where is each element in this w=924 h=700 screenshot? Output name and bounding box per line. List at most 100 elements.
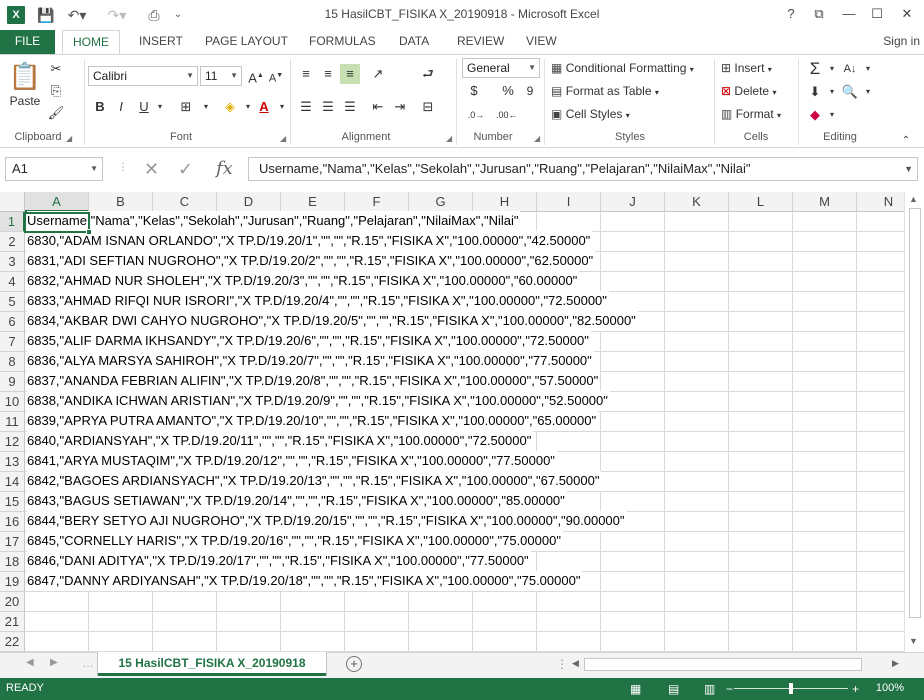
scroll-left-icon[interactable]: ◀ <box>572 658 579 669</box>
font-launcher-icon[interactable]: ◢ <box>280 134 286 143</box>
decrease-indent-icon[interactable]: ⇤ <box>368 97 388 117</box>
tab-split-icon[interactable]: ⋮ <box>556 657 568 671</box>
borders-icon[interactable]: ⊞ <box>176 97 196 117</box>
row-header[interactable]: 5 <box>0 292 25 312</box>
row-header[interactable]: 1 <box>0 212 25 232</box>
chevron-down-icon[interactable]: ▾ <box>150 97 170 117</box>
ribbon-display-icon[interactable]: ⧉ <box>808 4 830 24</box>
row-header[interactable]: 14 <box>0 472 25 492</box>
increase-font-icon[interactable]: A▲ <box>246 66 266 86</box>
font-size-combo[interactable]: 11 ▼ <box>200 66 242 86</box>
row-header[interactable]: 18 <box>0 552 25 572</box>
bold-button[interactable]: B <box>90 97 110 117</box>
column-header-m[interactable]: M <box>793 192 857 212</box>
cell-a6[interactable]: 6834,"AKBAR DWI CAHYO NUGROHO","X TP.D/1… <box>27 311 638 331</box>
cut-icon[interactable]: ✂ <box>46 59 66 79</box>
orientation-icon[interactable]: ↗ <box>368 64 388 84</box>
chevron-down-icon[interactable]: ▾ <box>822 59 842 79</box>
copy-icon[interactable]: ⎘ <box>46 81 66 101</box>
cell-a15[interactable]: 6843,"BAGUS SETIAWAN","X TP.D/19.20/14",… <box>27 491 567 511</box>
zoom-out-button[interactable]: − <box>726 682 733 696</box>
column-header-c[interactable]: C <box>153 192 217 212</box>
align-middle-icon[interactable]: ≡ <box>318 64 338 84</box>
page-layout-view-icon[interactable]: ▤ <box>668 682 679 696</box>
insert-cells-button[interactable]: ⊞ Insert ▾ <box>721 59 772 79</box>
scroll-right-icon[interactable]: ▶ <box>892 658 899 669</box>
fill-color-icon[interactable]: ◈ <box>220 97 240 117</box>
cell-a12[interactable]: 6840,"ARDIANSYAH","X TP.D/19.20/11","","… <box>27 431 534 451</box>
align-left-icon[interactable]: ☰ <box>296 97 316 117</box>
cell-a13[interactable]: 6841,"ARYA MUSTAQIM","X TP.D/19.20/12","… <box>27 451 557 471</box>
help-button[interactable]: ? <box>780 4 802 24</box>
zoom-level[interactable]: 100% <box>876 682 904 694</box>
alignment-launcher-icon[interactable]: ◢ <box>446 134 452 143</box>
currency-button[interactable]: $ <box>464 81 484 101</box>
row-header[interactable]: 20 <box>0 592 25 612</box>
column-header-h[interactable]: H <box>473 192 537 212</box>
tab-data[interactable]: DATA <box>389 30 439 54</box>
column-header-b[interactable]: B <box>89 192 153 212</box>
cancel-icon[interactable]: ✕ <box>144 157 159 181</box>
wrap-text-icon[interactable]: ⮐ <box>418 64 438 84</box>
increase-indent-icon[interactable]: ⇥ <box>390 97 410 117</box>
clipboard-launcher-icon[interactable]: ◢ <box>66 134 72 143</box>
minimize-button[interactable]: — <box>838 4 860 24</box>
row-header[interactable]: 22 <box>0 632 25 652</box>
cell-a8[interactable]: 6836,"ALYA MARSYA SAHIROH","X TP.D/19.20… <box>27 351 594 371</box>
font-color-icon[interactable]: A <box>254 97 274 117</box>
name-box[interactable]: A1 ▼ <box>5 157 103 181</box>
column-header-a[interactable]: A <box>25 192 89 212</box>
sheet-next-icon[interactable]: ▶ <box>50 657 58 668</box>
worksheet-grid[interactable]: A B C D E F G H I J K L M N 1 Username,"Nama","Kelas","… <box>0 192 904 652</box>
cell-a17[interactable]: 6845,"CORNELLY HARIS","X TP.D/19.20/16",… <box>27 531 563 551</box>
tab-formulas[interactable]: FORMULAS <box>299 30 386 54</box>
tab-home[interactable]: HOME <box>62 30 120 55</box>
conditional-formatting-button[interactable]: ▦ Conditional Formatting ▾ <box>551 59 694 79</box>
align-top-icon[interactable]: ≡ <box>296 64 316 84</box>
number-launcher-icon[interactable]: ◢ <box>534 134 540 143</box>
cell-a7[interactable]: 6835,"ALIF DARMA IKHSANDY","X TP.D/19.20… <box>27 331 591 351</box>
sheet-prev-icon[interactable]: ◀ <box>26 657 34 668</box>
cell-a5[interactable]: 6833,"AHMAD RIFQI NUR ISRORI","X TP.D/19… <box>27 291 609 311</box>
chevron-down-icon[interactable]: ▾ <box>196 97 216 117</box>
page-break-view-icon[interactable]: ▥ <box>704 682 715 696</box>
enter-icon[interactable]: ✓ <box>178 157 193 181</box>
cell-a4[interactable]: 6832,"AHMAD NUR SHOLEH","X TP.D/19.20/3"… <box>27 271 580 291</box>
format-cells-button[interactable]: ▥ Format ▾ <box>721 105 781 125</box>
cell-a14[interactable]: 6842,"BAGOES ARDIANSYACH","X TP.D/19.20/… <box>27 471 602 491</box>
chevron-down-icon[interactable]: ▾ <box>858 59 878 79</box>
insert-function-icon[interactable]: fx <box>216 157 233 181</box>
align-right-icon[interactable]: ☰ <box>340 97 360 117</box>
align-center-icon[interactable]: ☰ <box>318 97 338 117</box>
row-header[interactable]: 7 <box>0 332 25 352</box>
column-header-i[interactable]: I <box>537 192 601 212</box>
column-header-f[interactable]: F <box>345 192 409 212</box>
row-header[interactable]: 19 <box>0 572 25 592</box>
column-header-e[interactable]: E <box>281 192 345 212</box>
tab-view[interactable]: VIEW <box>516 30 567 54</box>
row-header[interactable]: 11 <box>0 412 25 432</box>
column-header-j[interactable]: J <box>601 192 665 212</box>
maximize-button[interactable]: ☐ <box>866 4 888 24</box>
chevron-down-icon[interactable]: ▾ <box>272 97 292 117</box>
row-header[interactable]: 17 <box>0 532 25 552</box>
row-header[interactable]: 8 <box>0 352 25 372</box>
row-header[interactable]: 10 <box>0 392 25 412</box>
find-select-icon[interactable]: 🔍 <box>840 82 860 102</box>
column-header-g[interactable]: G <box>409 192 473 212</box>
italic-button[interactable]: I <box>111 97 131 117</box>
row-header[interactable]: 6 <box>0 312 25 332</box>
delete-cells-button[interactable]: ⊠ Delete ▾ <box>721 82 776 102</box>
percent-button[interactable]: % <box>498 81 518 101</box>
horizontal-scrollbar[interactable]: ◀ ▶ <box>570 658 906 672</box>
row-header[interactable]: 9 <box>0 372 25 392</box>
cell-styles-button[interactable]: ▣ Cell Styles ▾ <box>551 105 630 125</box>
zoom-slider-thumb[interactable] <box>789 683 793 694</box>
chevron-down-icon[interactable]: ▾ <box>858 82 878 102</box>
scroll-up-icon[interactable]: ▲ <box>909 194 918 204</box>
tab-review[interactable]: REVIEW <box>447 30 514 54</box>
font-name-combo[interactable]: Calibri ▼ <box>88 66 198 86</box>
scroll-down-icon[interactable]: ▼ <box>909 636 918 646</box>
comma-button[interactable]: 9 <box>520 81 540 101</box>
formula-input[interactable]: Username,"Nama","Kelas","Sekolah","Jurus… <box>248 157 918 181</box>
